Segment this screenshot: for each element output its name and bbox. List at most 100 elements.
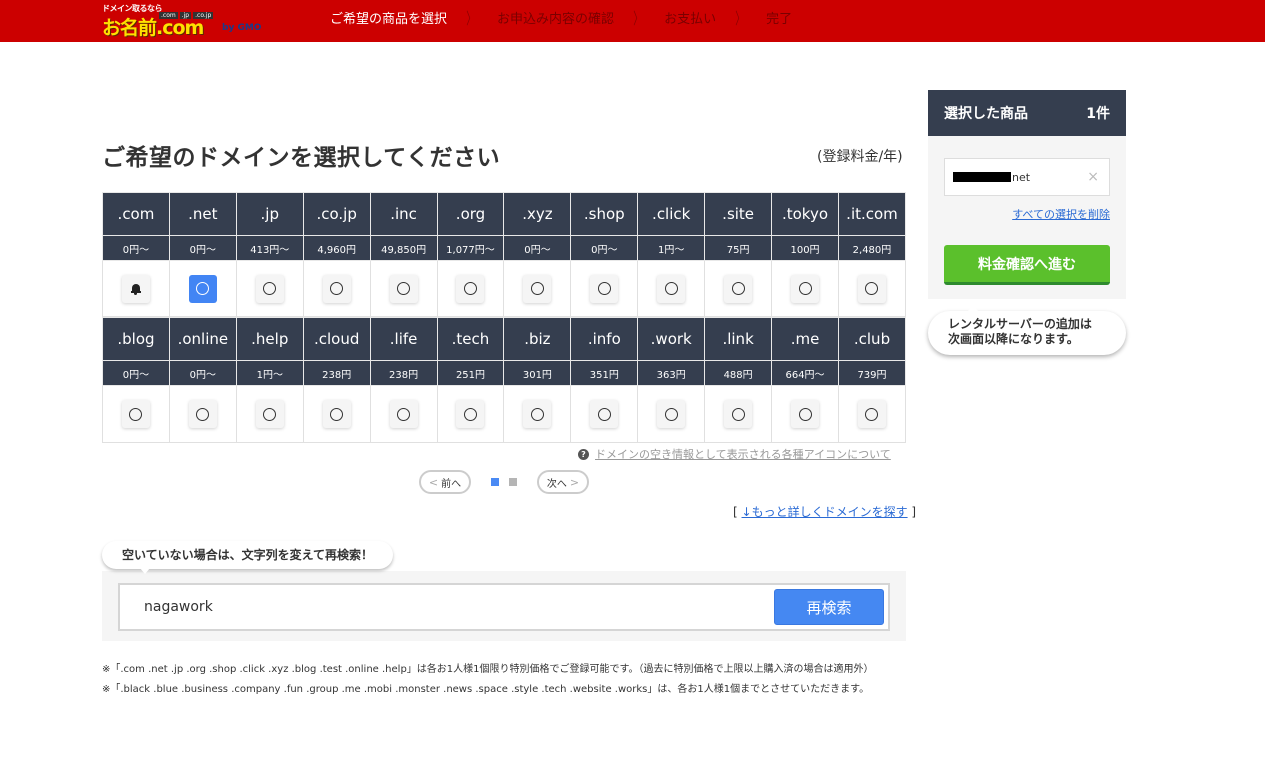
price-cell: 664円～	[771, 360, 839, 386]
logo-gmo: by GMO	[222, 23, 262, 33]
icon-info-link[interactable]: ドメインの空き情報として表示される各種アイコンについて	[595, 446, 891, 462]
select-info-button[interactable]	[590, 400, 619, 428]
select-cell	[570, 385, 639, 443]
select-itcom-button[interactable]	[857, 274, 886, 303]
select-club-button[interactable]	[857, 400, 886, 428]
domain-grid: .blog .online .help .cloud .life .tech .biz .in…	[102, 317, 907, 443]
select-me-button[interactable]	[791, 400, 820, 428]
research-hint: 空いていない場合は、文字列を変えて再検索！	[102, 541, 394, 574]
price-cell: 49,850円	[369, 235, 438, 261]
page-dot-2[interactable]	[509, 478, 517, 486]
select-work-button[interactable]	[657, 400, 686, 428]
research-input[interactable]	[122, 587, 762, 627]
select-cell	[302, 385, 371, 443]
available-circle-icon	[263, 282, 277, 295]
step-select: ご希望の商品を選択	[330, 11, 448, 27]
prev-page-button[interactable]: < 前へ	[419, 470, 471, 494]
server-note-bubble: レンタルサーバーの追加は 次画面以降になります。	[928, 305, 1126, 355]
logo-tld-badges: .com .jp .co.jp	[159, 12, 214, 19]
price-cell: 2,480円	[837, 235, 907, 261]
server-note-line: レンタルサーバーの追加は	[948, 317, 1092, 331]
research-button[interactable]: 再検索	[774, 589, 884, 625]
select-help-button[interactable]	[255, 400, 284, 428]
tld-cell: .online	[168, 317, 237, 361]
available-circle-icon	[263, 407, 277, 421]
tld-row: .blog .online .help .cloud .life .tech .biz .in…	[102, 317, 907, 361]
select-cojp-button[interactable]	[322, 274, 351, 303]
price-cell: 488円	[704, 360, 773, 386]
select-cell	[837, 260, 907, 317]
tld-row: .com .net .jp .co.jp .inc .org .xyz .shop .click…	[102, 192, 907, 236]
select-com-button[interactable]	[121, 274, 150, 303]
tld-cell: .cloud	[302, 317, 371, 361]
price-cell: 251円	[436, 360, 505, 386]
price-row: 0円～ 0円～ 1円～ 238円 238円 251円 301円 351円 363円 488円 664…	[102, 360, 907, 386]
price-cell: 413円～	[235, 235, 304, 261]
select-org-button[interactable]	[456, 274, 485, 303]
select-cell	[704, 260, 773, 317]
select-cloud-button[interactable]	[322, 400, 351, 428]
price-cell: 100円	[771, 235, 839, 261]
select-online-button[interactable]	[188, 400, 217, 428]
clear-all-link[interactable]: すべての選択を削除	[1012, 206, 1110, 222]
page-dot-1[interactable]	[491, 478, 499, 486]
tld-cell: .com	[102, 192, 170, 236]
tld-cell: .tokyo	[771, 192, 839, 236]
select-inc-button[interactable]	[389, 274, 418, 303]
select-tech-button[interactable]	[456, 400, 485, 428]
redacted-domain	[953, 172, 1011, 182]
select-life-button[interactable]	[389, 400, 418, 428]
icon-info: ? ドメインの空き情報として表示される各種アイコンについて	[578, 446, 891, 462]
select-cell	[570, 260, 639, 317]
remove-icon[interactable]: ×	[1087, 169, 1099, 185]
price-cell: 363円	[637, 360, 706, 386]
select-link-button[interactable]	[724, 400, 753, 428]
prev-label: 前へ	[441, 478, 462, 490]
select-shop-button[interactable]	[590, 274, 619, 303]
select-cell	[436, 385, 505, 443]
available-circle-icon	[731, 407, 745, 421]
price-cell: 0円～	[503, 235, 572, 261]
tld-cell: .tech	[436, 317, 505, 361]
select-xyz-button[interactable]	[523, 274, 552, 303]
tld-cell: .site	[704, 192, 773, 236]
available-circle-icon	[530, 407, 544, 421]
price-cell: 75円	[704, 235, 773, 261]
available-circle-icon	[397, 407, 411, 421]
chevron-right-icon: 〉	[633, 9, 643, 28]
logo-tld: .jp	[179, 12, 192, 19]
select-cell	[771, 385, 839, 443]
tld-cell: .work	[637, 317, 706, 361]
select-site-button[interactable]	[724, 274, 753, 303]
select-click-button[interactable]	[657, 274, 686, 303]
price-note: (登録料金/年)	[817, 149, 903, 165]
chevron-right-icon: 〉	[466, 9, 476, 28]
select-biz-button[interactable]	[523, 400, 552, 428]
available-circle-icon	[865, 282, 879, 295]
available-circle-icon	[664, 407, 678, 421]
step-payment: お支払い	[664, 11, 717, 27]
available-circle-icon	[530, 282, 544, 295]
tld-cell: .jp	[235, 192, 304, 236]
available-circle-icon	[597, 407, 611, 421]
proceed-button[interactable]: 料金確認へ進む	[944, 245, 1110, 285]
cart-item: net ×	[944, 158, 1110, 196]
tld-cell: .link	[704, 317, 773, 361]
research-box: 再検索	[102, 571, 906, 641]
select-net-button[interactable]	[188, 274, 217, 303]
tld-cell: .shop	[570, 192, 639, 236]
page-title: ご希望のドメインを選択してください	[102, 145, 501, 171]
select-blog-button[interactable]	[121, 400, 150, 428]
tld-cell: .me	[771, 317, 839, 361]
select-cell	[102, 260, 170, 317]
more-search-link[interactable]: ↓もっと詳しくドメインを探す	[742, 505, 908, 519]
select-jp-button[interactable]	[255, 274, 284, 303]
select-tokyo-button[interactable]	[791, 274, 820, 303]
tld-cell: .co.jp	[302, 192, 371, 236]
domain-grid: .com .net .jp .co.jp .inc .org .xyz .shop .click…	[102, 192, 907, 317]
onamae-logo[interactable]: ドメイン取るなら お名前.com .com .jp .co.jp by GMO	[102, 3, 261, 39]
next-page-button[interactable]: 次へ >	[537, 470, 589, 494]
pager: < 前へ 次へ >	[419, 470, 591, 494]
price-cell: 0円～	[168, 235, 237, 261]
tld-cell: .it.com	[837, 192, 907, 236]
